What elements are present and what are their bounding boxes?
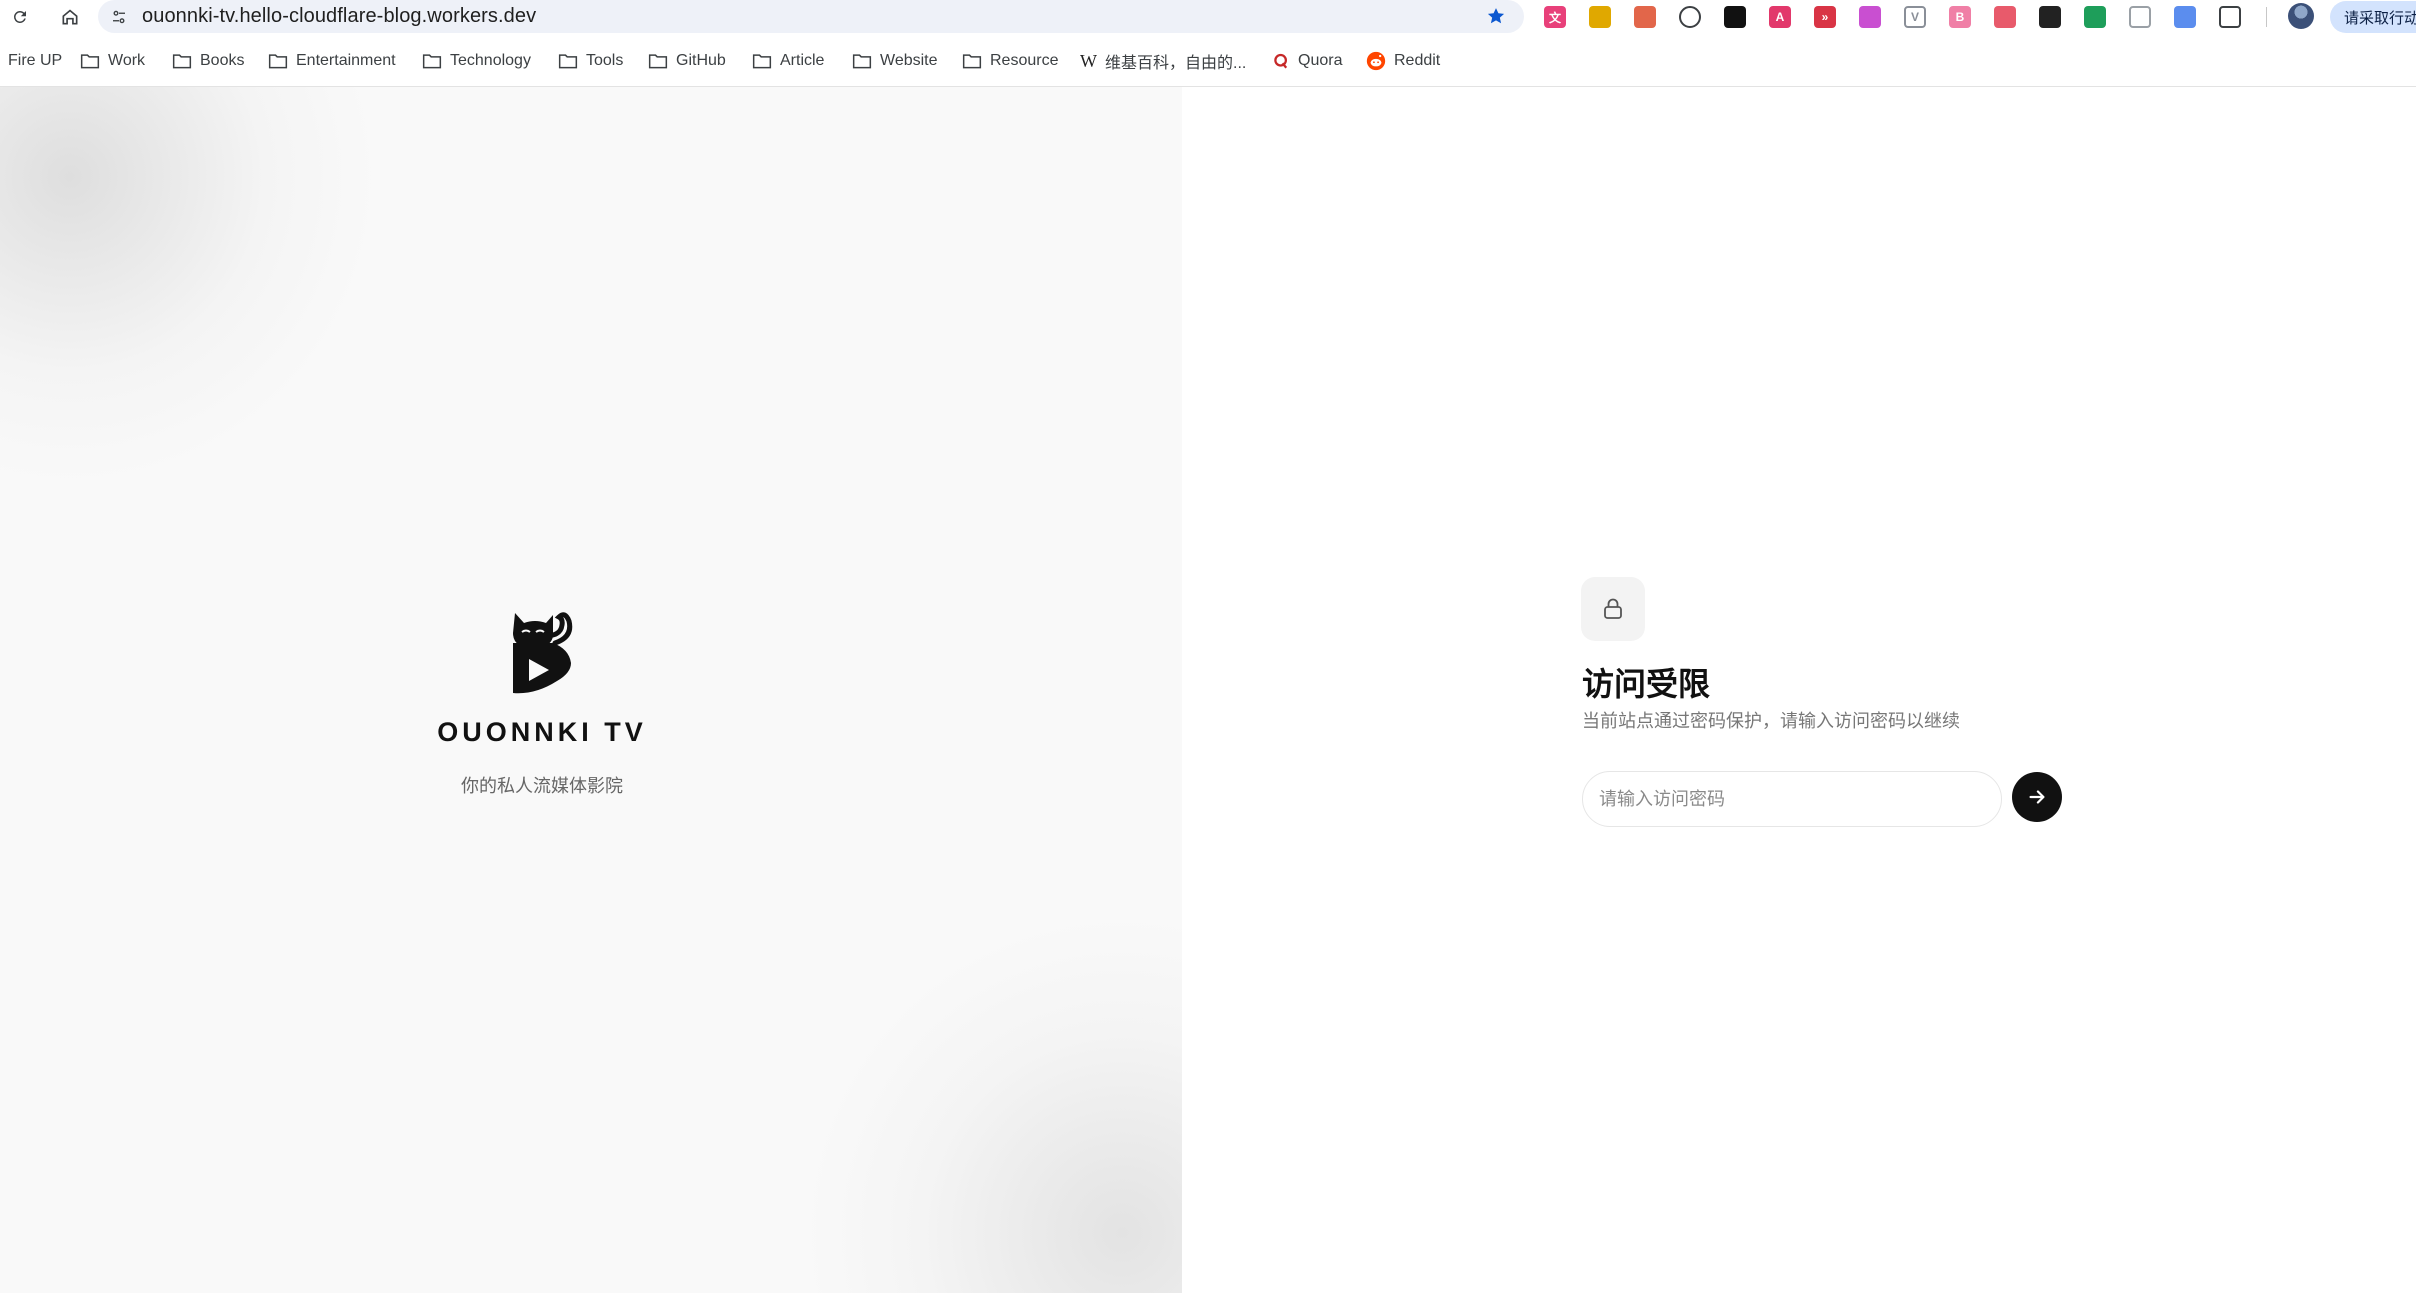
folder-icon xyxy=(962,54,982,69)
bookmark-wikipedia[interactable]: W 维基百科，自由的... xyxy=(1080,46,1246,76)
folder-icon xyxy=(80,54,100,69)
reddit-icon xyxy=(1366,51,1386,71)
bookmark-label: Article xyxy=(780,52,825,69)
hero-panel: OUONNKI TV 你的私人流媒体影院 xyxy=(0,87,1182,1293)
address-bar[interactable]: ouonnki-tv.hello-cloudflare-blog.workers… xyxy=(98,0,1524,33)
folder-icon xyxy=(752,54,772,69)
bookmark-quora[interactable]: Quora xyxy=(1272,46,1342,76)
lock-icon xyxy=(1604,598,1622,619)
submit-button[interactable] xyxy=(2012,772,2062,822)
pyramid-extension-icon[interactable] xyxy=(1634,6,1656,28)
brand-tagline: 你的私人流媒体影院 xyxy=(461,776,623,796)
arrow-right-icon xyxy=(2029,790,2045,804)
dark-app-extension-icon[interactable] xyxy=(2039,6,2061,28)
extensions-row: 文 A » V B xyxy=(1544,3,2264,31)
tune-icon[interactable] xyxy=(106,4,132,30)
page-title: 访问受限 xyxy=(1582,666,1711,702)
toolbar-divider xyxy=(2266,7,2267,27)
bookmark-label: Technology xyxy=(450,52,531,69)
bookmark-folder-article[interactable]: Article xyxy=(752,46,824,76)
star-filled-icon[interactable] xyxy=(1484,4,1508,28)
bookmark-label: Entertainment xyxy=(296,52,396,69)
bookmark-label: 维基百科，自由的... xyxy=(1105,55,1247,72)
folder-icon xyxy=(172,54,192,69)
broom-extension-icon[interactable] xyxy=(1589,6,1611,28)
bookmark-label: Quora xyxy=(1298,52,1343,69)
bookmark-label: Work xyxy=(108,52,146,69)
fast-forward-extension-icon[interactable]: » xyxy=(1814,6,1836,28)
profile-action-button[interactable]: 请采取行动 xyxy=(2330,1,2416,33)
gradient-share-extension-icon[interactable] xyxy=(1859,6,1881,28)
bookmark-folder-resource[interactable]: Resource xyxy=(962,46,1058,76)
bookmarks-bar: Fire UP Work Books Entertainment Technol… xyxy=(0,46,2416,76)
profile-avatar[interactable] xyxy=(2288,3,2314,29)
brand-name: OUONNKI TV xyxy=(437,717,647,747)
bookmark-label: Fire UP xyxy=(8,52,63,69)
circle-code-extension-icon[interactable] xyxy=(1679,6,1701,28)
url-text[interactable]: ouonnki-tv.hello-cloudflare-blog.workers… xyxy=(142,5,536,28)
dots-extension-icon[interactable] xyxy=(2129,6,2151,28)
folder-icon xyxy=(422,54,442,69)
bookmark-label: Website xyxy=(880,52,938,69)
lock-tile xyxy=(1581,577,1645,641)
bookmark-folder-technology[interactable]: Technology xyxy=(422,46,531,76)
line-extension-icon[interactable] xyxy=(1994,6,2016,28)
brand-block: OUONNKI TV 你的私人流媒体影院 xyxy=(0,607,1084,798)
login-panel: 访问受限 当前站点通过密码保护，请输入访问密码以继续 xyxy=(1182,87,2416,1293)
bookmark-label: Resource xyxy=(990,52,1059,69)
bookmark-folder-github[interactable]: GitHub xyxy=(648,46,726,76)
page-subtitle: 当前站点通过密码保护，请输入访问密码以继续 xyxy=(1582,711,1960,731)
v-extension-icon[interactable]: V xyxy=(1904,6,1926,28)
bookmark-reddit[interactable]: Reddit xyxy=(1366,46,1440,76)
bookmark-fire-up[interactable]: Fire UP xyxy=(8,46,62,76)
globe-extension-icon[interactable] xyxy=(2084,6,2106,28)
quora-icon xyxy=(1274,53,1288,69)
text-ai-extension-icon[interactable]: A xyxy=(1769,6,1791,28)
wikipedia-icon: W xyxy=(1080,50,1097,71)
bookmark-folder-books[interactable]: Books xyxy=(172,46,244,76)
bookmark-label: Books xyxy=(200,52,245,69)
password-input[interactable] xyxy=(1582,771,2002,827)
bookmark-label: Reddit xyxy=(1394,52,1441,69)
folder-icon xyxy=(558,54,578,69)
bookmark-folder-entertainment[interactable]: Entertainment xyxy=(268,46,396,76)
bookmark-label: Tools xyxy=(586,52,624,69)
folder-icon xyxy=(648,54,668,69)
puzzle-extensions-icon[interactable] xyxy=(2219,6,2241,28)
folder-icon xyxy=(268,54,288,69)
reload-icon[interactable] xyxy=(6,3,34,31)
b-extension-icon[interactable]: B xyxy=(1949,6,1971,28)
home-icon[interactable] xyxy=(56,3,84,31)
mask-extension-icon[interactable] xyxy=(1724,6,1746,28)
bookmark-folder-work[interactable]: Work xyxy=(80,46,145,76)
bookmark-folder-website[interactable]: Website xyxy=(852,46,938,76)
translate-extension-icon[interactable]: 文 xyxy=(1544,6,1566,28)
browser-toolbar: ouonnki-tv.hello-cloudflare-blog.workers… xyxy=(0,0,2416,34)
bookmark-label: GitHub xyxy=(676,52,726,69)
folder-icon xyxy=(852,54,872,69)
bookmark-folder-tools[interactable]: Tools xyxy=(558,46,623,76)
screen-extension-icon[interactable] xyxy=(2174,6,2196,28)
cat-play-logo-icon xyxy=(513,612,573,694)
